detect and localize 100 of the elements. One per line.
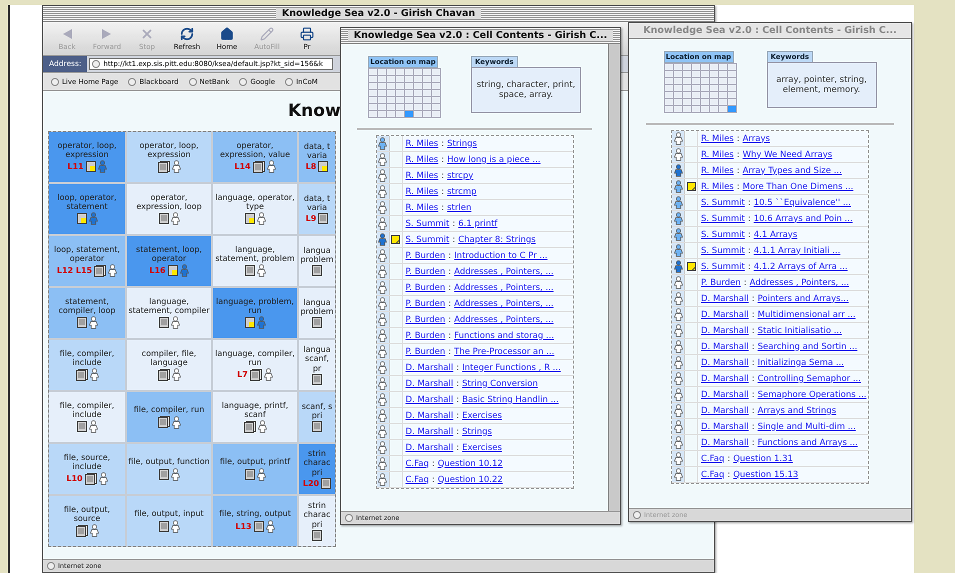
map-cell[interactable]: loop, statement, operator L12 L15 <box>49 236 125 286</box>
document-link[interactable]: Addresses , Pointers, ... <box>750 278 850 288</box>
map-cell[interactable]: language, printf, scanf <box>213 392 297 442</box>
author-link[interactable]: S. Summit <box>701 246 745 256</box>
document-link[interactable]: Question 1.31 <box>733 454 793 464</box>
document-link[interactable]: Exercises <box>462 442 502 452</box>
document-link[interactable]: Question 15.13 <box>733 470 798 480</box>
document-link[interactable]: Why We Need Arrays <box>742 150 832 160</box>
author-link[interactable]: P. Burden <box>406 298 446 308</box>
author-link[interactable]: R. Miles <box>406 138 438 148</box>
document-link[interactable]: Introduction to C Pr ... <box>454 250 548 260</box>
document-link[interactable]: Question 10.12 <box>438 458 503 468</box>
map-cell[interactable]: file, compiler, include <box>49 392 125 442</box>
author-link[interactable]: P. Burden <box>701 278 741 288</box>
document-link[interactable]: Question 10.22 <box>438 474 503 484</box>
document-link[interactable]: More Than One Dimens ... <box>742 182 854 192</box>
document-link[interactable]: Addresses , Pointers, ... <box>454 298 554 308</box>
document-link[interactable]: 6.1 printf <box>458 218 498 228</box>
author-link[interactable]: P. Burden <box>406 266 446 276</box>
map-cell[interactable]: statement, loop, operator L16 <box>127 236 211 286</box>
author-link[interactable]: S. Summit <box>701 262 745 272</box>
document-link[interactable]: Integer Functions , R ... <box>462 362 561 372</box>
author-link[interactable]: D. Marshall <box>701 406 749 416</box>
map-cell[interactable]: strin charac pri L20 <box>299 444 335 494</box>
document-link[interactable]: Arrays <box>742 134 770 144</box>
map-cell[interactable]: data, t varia L9 <box>299 184 335 234</box>
document-link[interactable]: strlen <box>447 202 472 212</box>
document-link[interactable]: Pointers and Arrays... <box>758 294 849 304</box>
document-link[interactable]: Semaphore Operations ... <box>758 390 866 400</box>
author-link[interactable]: P. Burden <box>406 250 446 260</box>
document-link[interactable]: Initializinga Sema ... <box>758 358 844 368</box>
map-cell[interactable]: language, operator, type <box>213 184 297 234</box>
author-link[interactable]: P. Burden <box>406 330 446 340</box>
document-link[interactable]: Basic String Handlin ... <box>462 394 559 404</box>
map-cell[interactable]: file, compiler, run <box>127 392 211 442</box>
map-cell[interactable]: language, compiler, run L7 <box>213 340 297 390</box>
map-cell[interactable]: scanf, s pri <box>299 392 335 442</box>
author-link[interactable]: R. Miles <box>406 154 438 164</box>
map-cell[interactable]: operator, expression, loop <box>127 184 211 234</box>
author-link[interactable]: D. Marshall <box>701 390 749 400</box>
document-link[interactable]: Exercises <box>462 410 502 420</box>
author-link[interactable]: S. Summit <box>701 198 745 208</box>
scrollbar[interactable] <box>608 44 620 511</box>
document-link[interactable]: Arrays and Strings <box>758 406 836 416</box>
author-link[interactable]: D. Marshall <box>701 310 749 320</box>
author-link[interactable]: D. Marshall <box>701 326 749 336</box>
document-link[interactable]: 4.1 Arrays <box>754 230 798 240</box>
author-link[interactable]: S. Summit <box>701 230 745 240</box>
author-link[interactable]: C.Faq <box>701 470 724 480</box>
document-link[interactable]: Strings <box>447 138 477 148</box>
author-link[interactable]: D. Marshall <box>406 378 454 388</box>
author-link[interactable]: R. Miles <box>701 182 734 192</box>
document-link[interactable]: The Pre-Processor an ... <box>454 346 554 356</box>
document-link[interactable]: strcmp <box>447 186 477 196</box>
map-cell[interactable]: langua problem <box>299 288 335 338</box>
document-link[interactable]: Single and Multi-dim ... <box>758 422 856 432</box>
author-link[interactable]: D. Marshall <box>701 294 749 304</box>
author-link[interactable]: C.Faq <box>406 458 429 468</box>
document-link[interactable]: Controlling Semaphor ... <box>758 374 861 384</box>
document-link[interactable]: Multidimensional arr ... <box>758 310 856 320</box>
author-link[interactable]: D. Marshall <box>701 358 749 368</box>
document-link[interactable]: Addresses , Pointers, ... <box>454 282 554 292</box>
author-link[interactable]: D. Marshall <box>701 374 749 384</box>
document-link[interactable]: Addresses , Pointers, ... <box>454 266 554 276</box>
author-link[interactable]: R. Miles <box>406 186 438 196</box>
author-link[interactable]: D. Marshall <box>406 426 454 436</box>
map-cell[interactable]: statement, compiler, loop <box>49 288 125 338</box>
document-link[interactable]: 10.5 ``Equivalence'' ... <box>754 198 851 208</box>
document-link[interactable]: How long is a piece ... <box>447 154 541 164</box>
document-link[interactable]: 4.1.2 Arrays of Arra ... <box>754 262 848 272</box>
author-link[interactable]: R. Miles <box>701 166 734 176</box>
author-link[interactable]: P. Burden <box>406 282 446 292</box>
map-cell[interactable]: operator, loop, expression <box>127 132 211 182</box>
document-link[interactable]: Static Initialisatio ... <box>758 326 842 336</box>
map-cell[interactable]: file, output, printf <box>213 444 297 494</box>
document-link[interactable]: String Conversion <box>462 378 538 388</box>
map-cell[interactable]: file, output, input <box>127 496 211 546</box>
map-cell[interactable]: language, problem, run <box>213 288 297 338</box>
map-cell[interactable]: file, compiler, include <box>49 340 125 390</box>
map-cell[interactable]: langua scanf, pr <box>299 340 335 390</box>
map-cell[interactable]: file, string, output L13 <box>213 496 297 546</box>
author-link[interactable]: D. Marshall <box>701 438 749 448</box>
author-link[interactable]: D. Marshall <box>701 422 749 432</box>
document-link[interactable]: Addresses , Pointers, ... <box>454 314 554 324</box>
author-link[interactable]: S. Summit <box>406 234 450 244</box>
map-cell[interactable]: file, output, source <box>49 496 125 546</box>
author-link[interactable]: R. Miles <box>701 134 734 144</box>
document-link[interactable]: strcpy <box>447 170 474 180</box>
author-link[interactable]: P. Burden <box>406 314 446 324</box>
map-cell[interactable]: strin charac pri <box>299 496 335 546</box>
map-cell[interactable]: file, output, function <box>127 444 211 494</box>
document-link[interactable]: 4.1.1 Array Initiali ... <box>754 246 840 256</box>
map-cell[interactable]: loop, operator, statement <box>49 184 125 234</box>
author-link[interactable]: R. Miles <box>406 170 438 180</box>
map-cell[interactable]: operator, loop, expression L11 <box>49 132 125 182</box>
map-cell[interactable]: compiler, file, language <box>127 340 211 390</box>
document-link[interactable]: Functions and storag ... <box>454 330 554 340</box>
author-link[interactable]: D. Marshall <box>406 394 454 404</box>
author-link[interactable]: P. Burden <box>406 346 446 356</box>
document-link[interactable]: Array Types and Size ... <box>742 166 842 176</box>
